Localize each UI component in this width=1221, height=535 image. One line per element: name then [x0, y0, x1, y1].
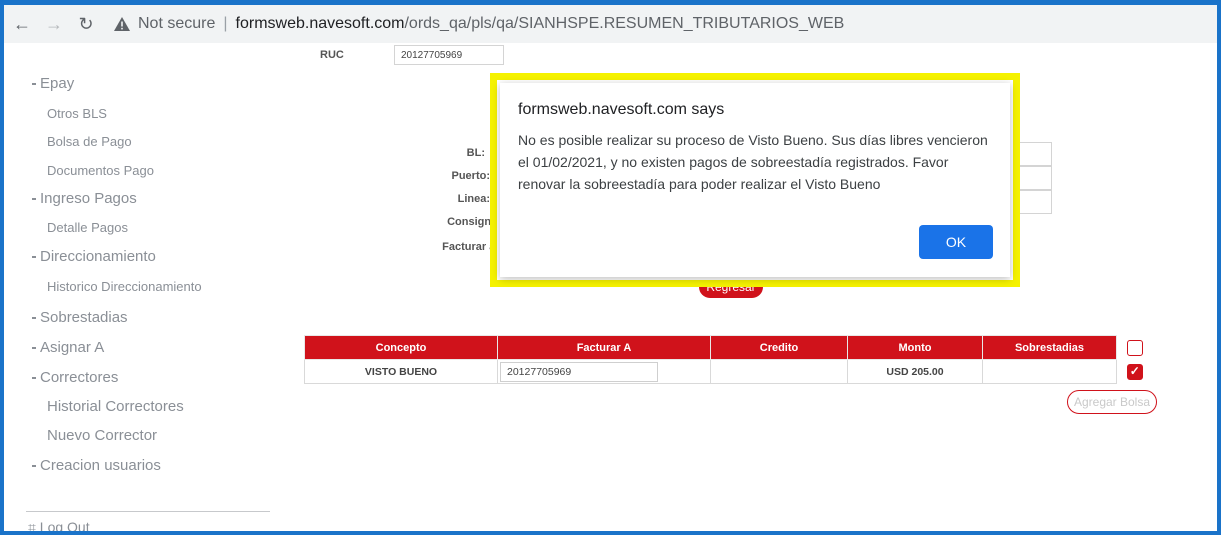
agregar-bolsa-button[interactable]: Agregar Bolsa — [1067, 390, 1157, 414]
ok-button[interactable]: OK — [919, 225, 993, 259]
address-bar[interactable]: Not secure | formsweb.navesoft.com/ords_… — [114, 8, 1189, 40]
header-select-cell — [1116, 335, 1153, 360]
ruc-field[interactable]: 20127705969 — [394, 45, 504, 65]
alert-dialog: formsweb.navesoft.com says No es posible… — [500, 83, 1010, 277]
sidebar-item-asignar-a[interactable]: Asignar A — [32, 339, 104, 356]
sidebar-divider — [26, 511, 270, 512]
puerto-field[interactable] — [1016, 166, 1052, 190]
payment-table: Concepto Facturar A Credito Monto Sobres… — [304, 335, 1153, 384]
row-checkbox[interactable]: ✓ — [1126, 363, 1143, 380]
facturar-a-input[interactable]: 20127705969 — [500, 361, 658, 382]
table-row: VISTO BUENO 20127705969 USD 205.00 ✓ — [304, 359, 1153, 384]
sidebar-item-detalle-pagos[interactable]: Detalle Pagos — [47, 220, 128, 235]
header-credito: Credito — [710, 335, 848, 360]
cell-monto: USD 205.00 — [847, 359, 983, 384]
back-arrow-icon[interactable]: ← — [8, 10, 36, 38]
table-header-row: Concepto Facturar A Credito Monto Sobres… — [304, 335, 1153, 360]
url-separator: | — [223, 15, 228, 32]
sidebar-item-documentos-pago[interactable]: Documentos Pago — [47, 163, 154, 178]
security-label: Not secure — [138, 15, 216, 32]
dialog-title: formsweb.navesoft.com says — [518, 101, 725, 118]
bl-field[interactable] — [1016, 142, 1052, 166]
select-all-checkbox[interactable] — [1126, 339, 1143, 356]
bullet-icon — [32, 256, 36, 259]
url-host: formsweb.navesoft.com — [235, 15, 405, 32]
header-concepto: Concepto — [304, 335, 498, 360]
forward-arrow-icon[interactable]: → — [40, 10, 68, 38]
sidebar-item-correctores[interactable]: Correctores — [32, 369, 118, 386]
bullet-icon — [32, 198, 36, 201]
cell-credito — [710, 359, 848, 384]
sidebar-item-nuevo-corrector[interactable]: Nuevo Corrector — [47, 427, 157, 444]
header-sobrestadias: Sobrestadias — [982, 335, 1117, 360]
sidebar: Epay Otros BLS Bolsa de Pago Documentos … — [4, 43, 274, 535]
dialog-message: No es posible realizar su proceso de Vis… — [518, 132, 988, 192]
sidebar-item-sobrestadias[interactable]: Sobrestadias — [32, 309, 128, 326]
cell-sobrestadias — [982, 359, 1117, 384]
bullet-icon — [32, 83, 36, 86]
cell-select: ✓ — [1117, 360, 1153, 384]
cell-facturar-a: 20127705969 — [497, 359, 711, 384]
browser-toolbar: ← → ↻ Not secure | formsweb.navesoft.com… — [4, 5, 1217, 43]
bl-label: BL: — [466, 147, 485, 159]
alert-dialog-highlight: formsweb.navesoft.com says No es posible… — [490, 73, 1020, 287]
sidebar-item-historico-direccionamiento[interactable]: Historico Direccionamiento — [47, 279, 202, 294]
linea-label: Linea: — [457, 193, 490, 205]
sidebar-item-bolsa-de-pago[interactable]: Bolsa de Pago — [47, 134, 132, 149]
bullet-icon — [32, 377, 36, 380]
sidebar-item-direccionamiento[interactable]: Direccionamiento — [32, 248, 156, 265]
warning-icon — [114, 17, 130, 31]
ruc-label: RUC — [320, 49, 344, 61]
puerto-label: Puerto: — [451, 170, 491, 182]
linea-field[interactable] — [1016, 190, 1052, 214]
page-content: Epay Otros BLS Bolsa de Pago Documentos … — [4, 43, 1217, 535]
header-facturar-a: Facturar A — [497, 335, 711, 360]
bullet-icon — [32, 347, 36, 350]
logout-link[interactable]: ⌗ Log Out — [28, 519, 90, 535]
reload-icon[interactable]: ↻ — [72, 10, 100, 38]
sidebar-item-ingreso-pagos[interactable]: Ingreso Pagos — [32, 190, 137, 207]
url-path: /ords_qa/pls/qa/SIANHSPE.RESUMEN_TRIBUTA… — [404, 15, 845, 32]
cell-concepto: VISTO BUENO — [304, 359, 498, 384]
sidebar-item-historial-correctores[interactable]: Historial Correctores — [47, 398, 184, 415]
bullet-icon — [32, 465, 36, 468]
header-monto: Monto — [847, 335, 983, 360]
sidebar-item-otros-bls[interactable]: Otros BLS — [47, 106, 107, 121]
sidebar-item-creacion-usuarios[interactable]: Creacion usuarios — [32, 457, 161, 474]
sidebar-item-epay[interactable]: Epay — [32, 75, 74, 92]
logout-icon: ⌗ — [28, 519, 36, 535]
bullet-icon — [32, 317, 36, 320]
